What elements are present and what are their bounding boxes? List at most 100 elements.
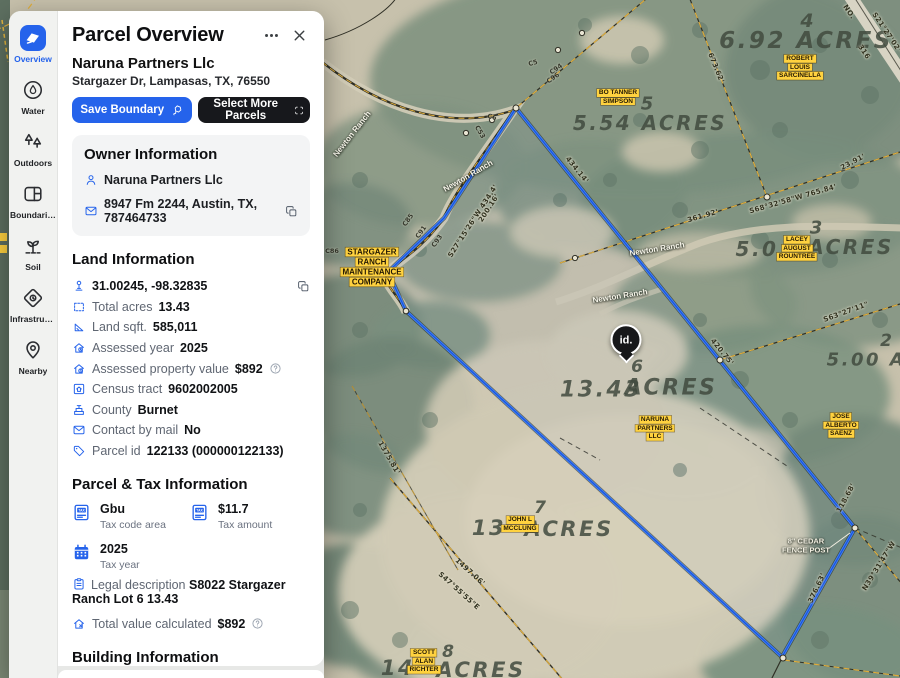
land-info-label: Contact by mail — [92, 423, 178, 437]
help-icon[interactable] — [251, 617, 264, 630]
app-dock: Overview Water Outdoors Boundaries Soil Infra… — [9, 11, 324, 678]
panel-header: Parcel Overview — [72, 24, 310, 47]
map-owner-label-line: ALAN — [413, 657, 435, 665]
parcel-owner-name: Naruna Partners Llc — [72, 55, 310, 72]
sidebar-item-outdoors[interactable]: Outdoors — [9, 123, 57, 175]
total-value-amount: $892 — [218, 617, 246, 631]
land-info-row: Parcel id122133 (000000122133) — [72, 441, 310, 462]
parcel-overview-panel[interactable]: Parcel Overview Naruna Partners Llc Star… — [58, 11, 324, 666]
person-icon — [84, 173, 98, 187]
help-icon[interactable] — [269, 362, 282, 375]
land-information-rows: 31.00245, -98.32835 Total acres 13.43 Land … — [72, 276, 310, 461]
tax-card-label: Tax amount — [218, 519, 272, 531]
map-owner-label[interactable]: BO TANNERSIMPSON — [597, 89, 639, 105]
sidebar-item-nearby[interactable]: Nearby — [9, 331, 57, 383]
sidebar-item-label: Soil — [25, 262, 41, 272]
map-owner-label[interactable]: JOSEALBERTOSAENZ — [823, 413, 858, 438]
land-information-heading: Land Information — [72, 251, 310, 268]
sidebar-item-label: Water — [21, 106, 44, 116]
total-value-row: Total value calculated $892 — [72, 613, 310, 634]
map-owner-label-line: ROUNTREE — [777, 253, 817, 261]
calc-house-icon — [72, 617, 86, 631]
sidebar-item-infrastruc[interactable]: Infrastruc... — [9, 279, 57, 331]
tax-cards: TAXGbuTax code areaTAX$11.7Tax amount202… — [72, 503, 310, 571]
parcel-id-pin[interactable]: id. — [611, 324, 642, 355]
map-owner-label[interactable]: ROBERTLOUISSARCINELLA — [777, 55, 823, 80]
owner-name-row: Naruna Partners Llc — [84, 173, 298, 187]
soil-icon — [20, 233, 46, 259]
map-owner-label-line: JOSE — [830, 413, 851, 421]
map-owner-label-line: STARGAZER — [345, 248, 398, 257]
legal-description-label: Legal description — [91, 578, 186, 592]
map-owner-label[interactable]: LACEYAUGUSTROUNTREE — [777, 236, 817, 261]
tax-card: TAX $11.7 Tax amount — [190, 503, 308, 531]
map-owner-label-line: RICHTER — [408, 666, 441, 674]
tax-card-value: 2025 — [100, 543, 140, 556]
land-info-label: Total acres — [92, 300, 152, 314]
select-more-parcels-button[interactable]: Select More Parcels — [198, 97, 310, 123]
sidebar-item-overview[interactable]: Overview — [9, 19, 57, 71]
copy-icon[interactable] — [297, 280, 310, 293]
map-owner-label[interactable]: NARUNAPARTNERSLLC — [635, 416, 674, 441]
map-owner-label-line: ROBERT — [784, 55, 815, 63]
svg-text:$: $ — [80, 369, 82, 373]
map-owner-label-line: LACEY — [784, 236, 810, 244]
tax-card-label: Tax year — [100, 559, 140, 571]
envelope-icon — [72, 423, 86, 437]
sidebar: Overview Water Outdoors Boundaries Soil Infra… — [9, 11, 58, 678]
tax-card-value: Gbu — [100, 503, 166, 516]
sidebar-item-label: Overview — [14, 54, 52, 64]
parcel-tag-icon — [72, 444, 86, 458]
save-boundary-label: Save Boundary — [80, 104, 164, 116]
land-info-value: 585,011 — [153, 320, 198, 334]
map-owner-label-line: BO TANNER — [597, 89, 639, 97]
envelope-icon — [84, 204, 98, 218]
county-icon — [72, 403, 86, 417]
overview-icon — [20, 25, 46, 51]
map-owner-label-line: COMPANY — [350, 278, 394, 287]
land-info-label: Land sqft. — [92, 320, 147, 334]
outdoors-icon — [20, 129, 46, 155]
tax-card-value: $11.7 — [218, 503, 272, 516]
close-icon[interactable] — [288, 24, 310, 46]
map-owner-label[interactable]: STARGAZERRANCHMAINTENANCECOMPANY — [340, 248, 403, 287]
nearby-icon — [20, 337, 46, 363]
map-owner-label[interactable]: JOHN LMCCLUNG — [501, 516, 538, 532]
land-info-row: Census tract9602002005 — [72, 379, 310, 400]
save-boundary-button[interactable]: Save Boundary — [72, 97, 192, 123]
copy-icon[interactable] — [285, 205, 298, 218]
next-section-card[interactable] — [58, 670, 324, 678]
tax-doc-icon: TAX — [190, 503, 209, 522]
owner-name-value: Naruna Partners Llc — [104, 173, 223, 187]
overflow-menu-icon[interactable] — [260, 24, 282, 46]
land-info-value: Burnet — [138, 403, 178, 417]
panel-column: Parcel Overview Naruna Partners Llc Star… — [58, 11, 324, 678]
total-value-label: Total value calculated — [92, 617, 212, 631]
tax-card: TAXGbuTax code area — [72, 503, 190, 531]
land-info-value: 2025 — [180, 341, 208, 355]
map-owner-label[interactable]: SCOTTALANRICHTER — [408, 649, 441, 674]
parcel-tax-heading: Parcel & Tax Information — [72, 476, 310, 493]
location-pin-icon — [72, 279, 86, 293]
land-info-row: 31.00245, -98.32835 — [72, 276, 310, 297]
boundaries-icon — [20, 181, 46, 207]
sidebar-item-soil[interactable]: Soil — [9, 227, 57, 279]
sidebar-item-boundaries[interactable]: Boundaries — [9, 175, 57, 227]
svg-text:TAX: TAX — [196, 509, 203, 513]
land-info-value: 13.43 — [158, 300, 189, 314]
dashed-square-icon — [72, 300, 86, 314]
land-info-label: Census tract — [92, 382, 162, 396]
select-frame-icon — [294, 104, 304, 117]
sidebar-item-label: Boundaries — [10, 210, 56, 220]
sidebar-item-water[interactable]: Water — [9, 71, 57, 123]
land-info-label: Assessed property value — [92, 362, 229, 376]
owner-information-card: Owner Information Naruna Partners Llc 89… — [72, 135, 310, 236]
clipboard-icon — [72, 577, 86, 591]
legal-description-row: Legal description S8022 Stargazer Ranch … — [72, 577, 310, 606]
map-owner-label-line: ALBERTO — [823, 421, 858, 429]
land-info-value: No — [184, 423, 201, 437]
pin-label: id. — [620, 334, 633, 346]
tax-doc-icon: TAX — [72, 503, 91, 522]
land-info-label: Assessed year — [92, 341, 174, 355]
sidebar-item-label: Nearby — [19, 366, 48, 376]
